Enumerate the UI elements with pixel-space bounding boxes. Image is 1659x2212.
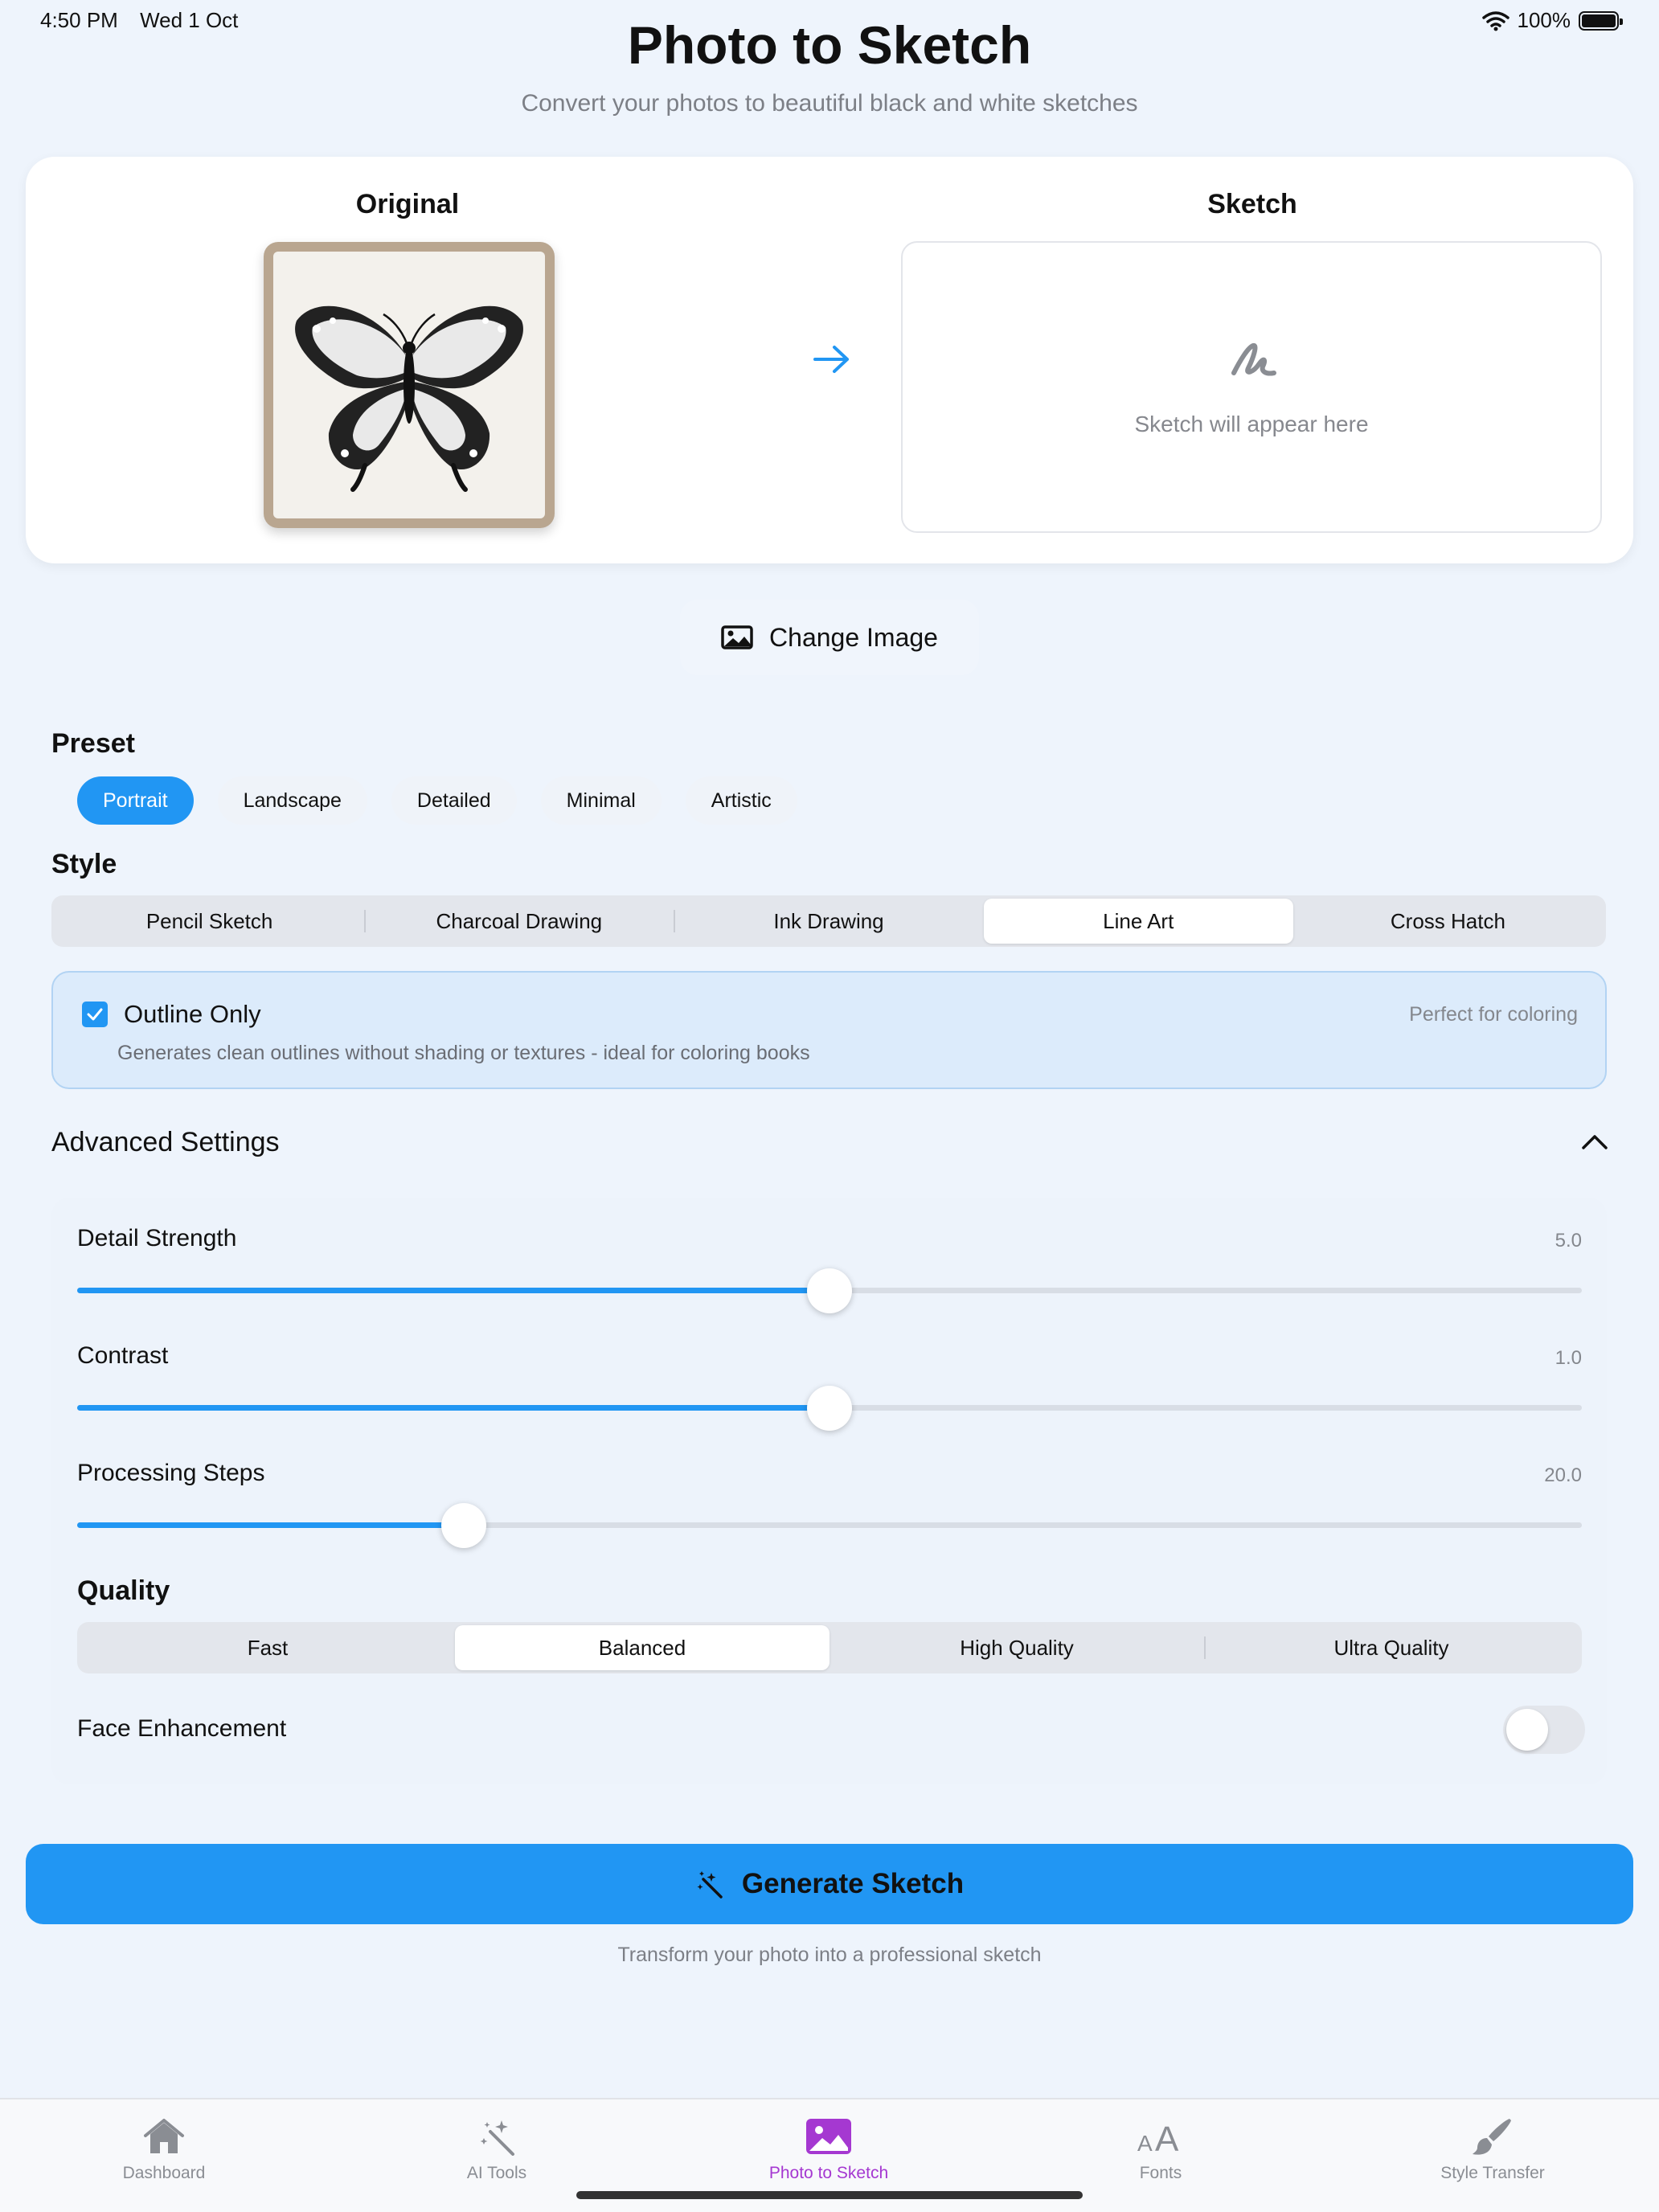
tab-ai-tools[interactable]: AI Tools [376, 2117, 617, 2183]
paintbrush-icon [1473, 2119, 1511, 2155]
tab-fonts[interactable]: A A Fonts [1040, 2117, 1281, 2183]
preset-label: Preset [51, 728, 135, 759]
slider-thumb[interactable] [807, 1268, 852, 1313]
advanced-settings-header[interactable]: Advanced Settings [51, 1127, 280, 1158]
processing-steps-label: Processing Steps [77, 1460, 265, 1486]
outline-only-tag: Perfect for coloring [1409, 1003, 1578, 1026]
style-option-charcoal-drawing[interactable]: Charcoal Drawing [364, 899, 674, 944]
tab-photo-to-sketch[interactable]: Photo to Sketch [708, 2117, 949, 2183]
tab-label: AI Tools [466, 2164, 527, 2182]
outline-only-title: Outline Only [124, 1000, 261, 1028]
svg-text:A: A [1137, 2131, 1153, 2154]
generate-caption: Transform your photo into a professional… [617, 1944, 1042, 1966]
chevron-up-icon[interactable] [1579, 1132, 1611, 1153]
change-image-button[interactable]: Change Image [680, 600, 979, 675]
contrast-slider[interactable] [77, 1386, 1582, 1431]
magic-wand-icon [480, 2120, 514, 2156]
house-icon [144, 2119, 184, 2153]
slider-thumb[interactable] [807, 1386, 852, 1431]
page-subtitle: Convert your photos to beautiful black a… [521, 90, 1138, 117]
style-segmented-control: Pencil Sketch Charcoal Drawing Ink Drawi… [51, 895, 1606, 947]
tab-dashboard[interactable]: Dashboard [43, 2117, 285, 2183]
quality-segmented-control: Fast Balanced High Quality Ultra Quality [77, 1622, 1582, 1673]
face-enhancement-label: Face Enhancement [77, 1715, 287, 1742]
quality-option-balanced[interactable]: Balanced [455, 1625, 830, 1670]
generate-sketch-button[interactable]: Generate Sketch [26, 1844, 1633, 1924]
tab-label: Style Transfer [1440, 2164, 1545, 2182]
processing-steps-slider[interactable] [77, 1503, 1582, 1548]
slider-thumb[interactable] [441, 1503, 487, 1548]
change-image-label: Change Image [769, 622, 938, 652]
detail-strength-slider[interactable] [77, 1268, 1582, 1313]
quality-label: Quality [77, 1575, 170, 1606]
tab-label: Dashboard [122, 2164, 206, 2182]
face-enhancement-toggle[interactable] [1503, 1706, 1585, 1754]
preset-chip-detailed[interactable]: Detailed [391, 776, 517, 825]
quality-option-high-quality[interactable]: High Quality [830, 1625, 1204, 1670]
outline-only-checkbox[interactable] [82, 1002, 108, 1027]
tab-label: Photo to Sketch [768, 2164, 889, 2182]
detail-strength-label: Detail Strength [77, 1225, 237, 1251]
detail-strength-value: 5.0 [1555, 1230, 1582, 1251]
arrow-right-icon [813, 346, 849, 373]
tab-label: Fonts [1139, 2164, 1182, 2182]
processing-steps-value: 20.0 [1544, 1464, 1582, 1486]
compare-card: Original Sketch Sketch will appear here [26, 157, 1633, 563]
magic-wand-icon [697, 1871, 723, 1899]
photo-icon [806, 2119, 851, 2154]
preset-chips: Portrait Landscape Detailed Minimal Arti… [77, 776, 797, 825]
sketch-placeholder: Sketch will appear here [1134, 412, 1369, 436]
contrast-value: 1.0 [1555, 1347, 1582, 1369]
style-label: Style [51, 849, 117, 879]
preset-chip-artistic[interactable]: Artistic [685, 776, 797, 825]
scribble-icon [1231, 343, 1276, 376]
photo-icon [721, 625, 753, 649]
tab-style-transfer[interactable]: Style Transfer [1372, 2117, 1613, 2183]
preset-chip-portrait[interactable]: Portrait [77, 776, 194, 825]
style-option-cross-hatch[interactable]: Cross Hatch [1293, 899, 1603, 944]
quality-option-fast[interactable]: Fast [80, 1625, 455, 1670]
text-size-icon: A A [1137, 2120, 1179, 2154]
outline-only-description: Generates clean outlines without shading… [117, 1042, 810, 1064]
original-photo[interactable] [264, 242, 555, 528]
outline-only-card[interactable]: Outline Only Perfect for coloring Genera… [51, 971, 1607, 1089]
quality-option-ultra-quality[interactable]: Ultra Quality [1204, 1625, 1579, 1670]
original-label: Original [355, 189, 460, 219]
butterfly-image [295, 305, 523, 492]
preset-chip-landscape[interactable]: Landscape [217, 776, 367, 825]
style-option-ink-drawing[interactable]: Ink Drawing [674, 899, 983, 944]
sketch-result-box: Sketch will appear here [901, 241, 1602, 533]
preset-chip-minimal[interactable]: Minimal [540, 776, 662, 825]
sketch-label: Sketch [1207, 189, 1297, 219]
page-title: Photo to Sketch [627, 15, 1032, 75]
contrast-label: Contrast [77, 1342, 169, 1369]
style-option-line-art[interactable]: Line Art [983, 899, 1293, 944]
home-indicator [576, 2191, 1083, 2199]
style-option-pencil-sketch[interactable]: Pencil Sketch [55, 899, 364, 944]
generate-sketch-label: Generate Sketch [741, 1868, 965, 1899]
svg-text:A: A [1155, 2120, 1179, 2154]
checkmark-icon [87, 1008, 103, 1021]
